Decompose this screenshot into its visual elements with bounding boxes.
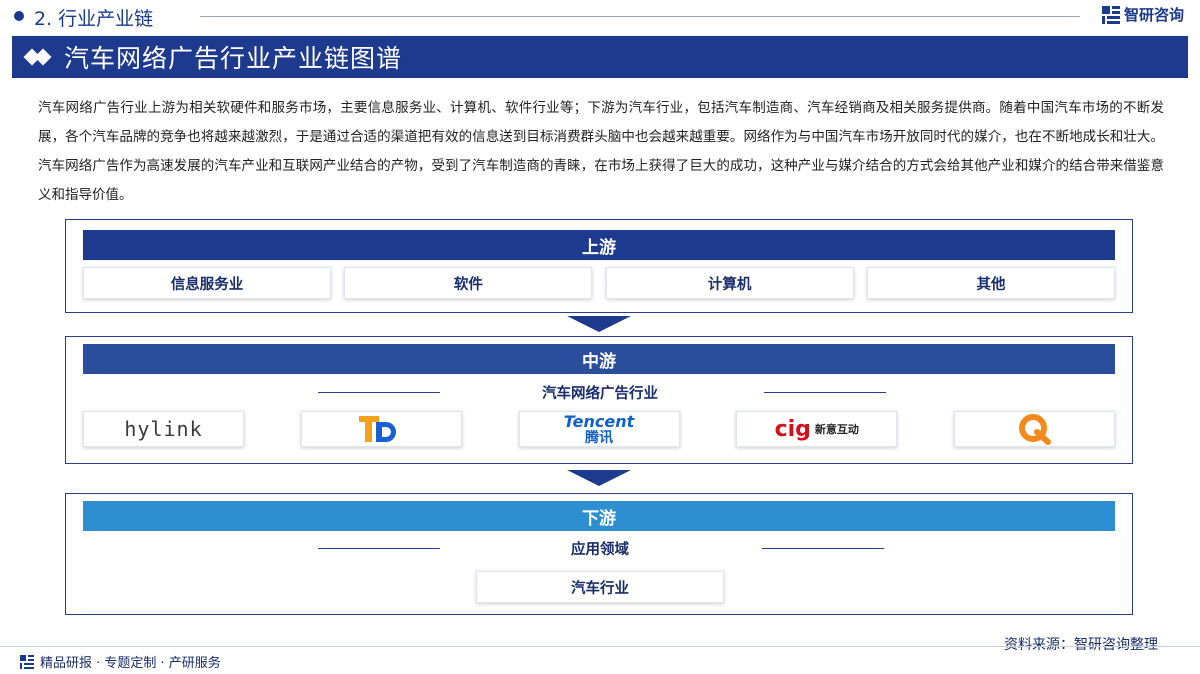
down-arrow-icon [567, 470, 631, 486]
cig-logo: cig 新意互动 [774, 416, 859, 442]
logo-card-tencent: Tencent 腾讯 [518, 411, 680, 447]
intro-paragraph: 汽车网络广告行业上游为相关软硬件和服务市场，主要信息服务业、计算机、软件行业等；… [38, 100, 1164, 203]
logo-card-cig: cig 新意互动 [736, 411, 898, 447]
top-bar: 2. 行业产业链 智研咨询 [0, 0, 1200, 32]
midstream-section: 中游 汽车网络广告行业 hylink Tencent 腾讯 cig 新意互动 [65, 336, 1133, 464]
upstream-items: 信息服务业 软件 计算机 其他 [83, 267, 1115, 299]
upstream-item: 信息服务业 [83, 267, 331, 299]
header-divider [200, 16, 1080, 17]
upstream-header: 上游 [83, 230, 1115, 260]
downstream-sublabel: 应用领域 [571, 542, 629, 558]
section-number: 2. 行业产业链 [34, 8, 154, 30]
td-logo-icon [359, 416, 397, 442]
title-banner: 汽车网络广告行业产业链图谱 [12, 36, 1188, 78]
brand-name: 智研咨询 [1123, 6, 1184, 24]
hylink-logo: hylink [124, 417, 203, 441]
downstream-section: 下游 应用领域 汽车行业 [65, 493, 1133, 615]
midstream-header: 中游 [83, 344, 1115, 374]
page-title: 汽车网络广告行业产业链图谱 [64, 44, 403, 73]
upstream-item: 其他 [866, 267, 1115, 299]
midstream-sublabel: 汽车网络广告行业 [542, 386, 658, 402]
upstream-section: 上游 信息服务业 软件 计算机 其他 [65, 219, 1133, 313]
bullet-dot-icon [14, 11, 24, 21]
upstream-item: 计算机 [605, 267, 854, 299]
footer-divider [0, 646, 1200, 647]
logo-card-hylink: hylink [83, 411, 244, 447]
double-diamond-icon [23, 47, 56, 67]
brand-mark-icon [20, 654, 34, 669]
logo-card-q [954, 411, 1115, 447]
source-note: 资料来源：智研咨询整理 [1004, 637, 1158, 653]
logo-card-td [300, 411, 462, 447]
subheading-line-right [762, 548, 884, 549]
brand-mark-icon [1101, 5, 1120, 24]
footer-text: 精品研报 · 专题定制 · 产研服务 [40, 656, 221, 671]
q-logo-icon [1018, 414, 1051, 445]
brand-logo: 智研咨询 [1101, 4, 1184, 25]
company-logos: hylink Tencent 腾讯 cig 新意互动 [83, 411, 1115, 447]
downstream-item: 汽车行业 [476, 571, 724, 603]
midstream-subheading: 汽车网络广告行业 [66, 381, 1134, 403]
downstream-header: 下游 [83, 501, 1115, 531]
footer: 精品研报 · 专题定制 · 产研服务 [20, 652, 221, 671]
subheading-line-right [764, 392, 886, 393]
down-arrow-icon [567, 316, 631, 332]
downstream-subheading: 应用领域 [66, 537, 1134, 559]
upstream-item: 软件 [344, 267, 593, 299]
tencent-logo: Tencent 腾讯 [563, 411, 635, 446]
